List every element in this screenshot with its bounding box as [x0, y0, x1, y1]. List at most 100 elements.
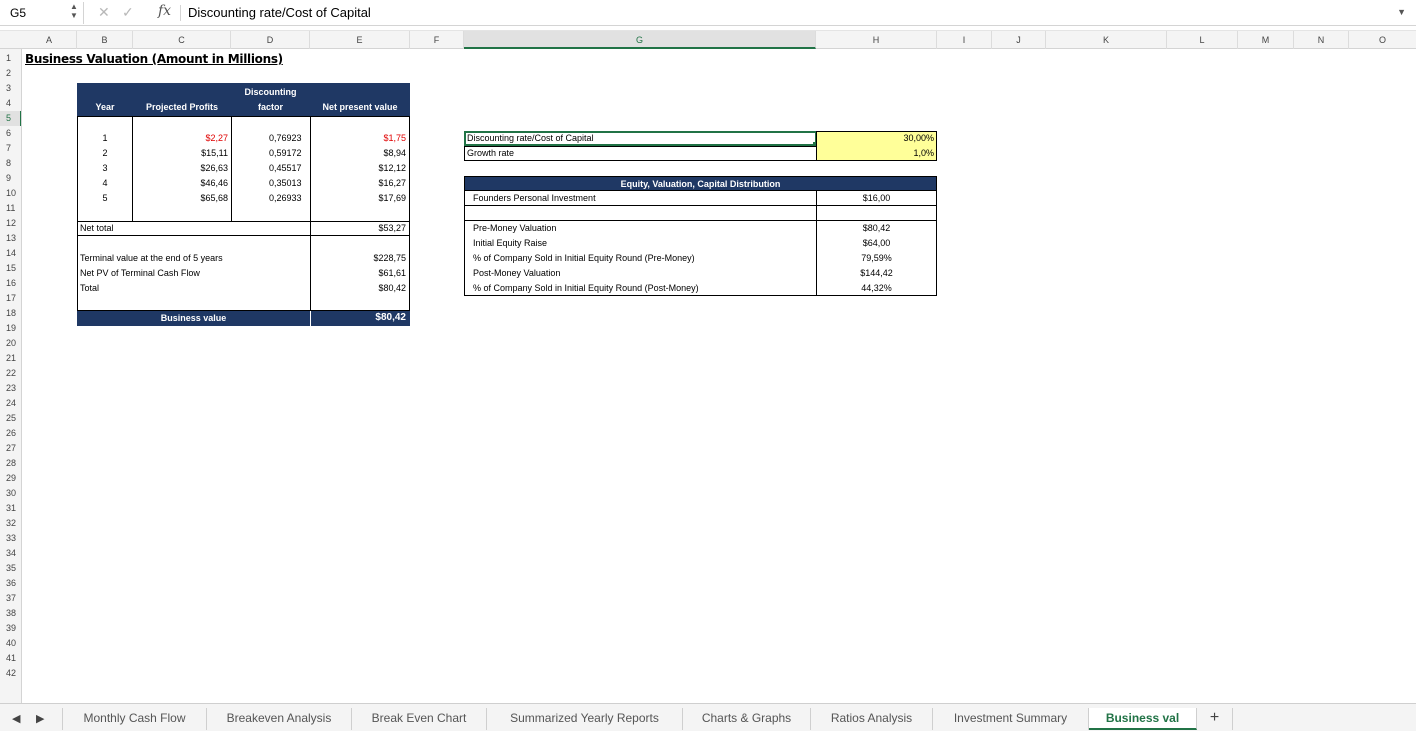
tab-break-even-chart[interactable]: Break Even Chart — [352, 708, 487, 730]
net-pv-terminal-label[interactable]: Net PV of Terminal Cash Flow — [80, 268, 200, 278]
npv-cell[interactable]: $8,94 — [310, 148, 406, 158]
row-header[interactable]: 10 — [0, 186, 21, 201]
tab-monthly-cash-flow[interactable]: Monthly Cash Flow — [62, 708, 207, 730]
year-cell[interactable]: 3 — [77, 163, 133, 173]
year-cell[interactable]: 4 — [77, 178, 133, 188]
projected-profit-cell[interactable]: $26,63 — [132, 163, 228, 173]
row-header[interactable]: 20 — [0, 336, 21, 351]
row-header[interactable]: 19 — [0, 321, 21, 336]
row-header[interactable]: 18 — [0, 306, 21, 321]
column-header-f[interactable]: F — [410, 31, 464, 49]
equity-row-label[interactable]: Initial Equity Raise — [473, 238, 547, 248]
add-sheet-button[interactable]: + — [1197, 708, 1233, 730]
row-header[interactable]: 25 — [0, 411, 21, 426]
empty-cell[interactable] — [816, 205, 937, 221]
row-header[interactable]: 17 — [0, 291, 21, 306]
column-header-a[interactable]: A — [22, 31, 77, 49]
row-header[interactable]: 9 — [0, 171, 21, 186]
row-header[interactable]: 5 — [0, 111, 21, 126]
projected-profit-cell[interactable]: $46,46 — [132, 178, 228, 188]
check-icon[interactable]: ✓ — [122, 4, 134, 21]
row-header[interactable]: 37 — [0, 591, 21, 606]
projected-profit-cell[interactable]: $15,11 — [132, 148, 228, 158]
close-icon[interactable]: ✕ — [98, 4, 110, 21]
row-header[interactable]: 28 — [0, 456, 21, 471]
row-header[interactable]: 7 — [0, 141, 21, 156]
row-header[interactable]: 29 — [0, 471, 21, 486]
row-header[interactable]: 1 — [0, 51, 21, 66]
row-header[interactable]: 27 — [0, 441, 21, 456]
business-value-row[interactable]: Business value $80,42 — [77, 311, 410, 326]
row-header[interactable]: 12 — [0, 216, 21, 231]
total-value[interactable]: $80,42 — [310, 283, 406, 293]
equity-row-value[interactable]: $64,00 — [816, 238, 937, 248]
prev-sheet-icon[interactable]: ◀ — [12, 712, 20, 725]
equity-row-label[interactable]: Pre-Money Valuation — [473, 223, 556, 233]
row-header[interactable]: 11 — [0, 201, 21, 216]
expand-formula-icon[interactable]: ▼ — [1397, 7, 1406, 17]
row-header[interactable]: 2 — [0, 66, 21, 81]
column-header-m[interactable]: M — [1238, 31, 1294, 49]
column-header-c[interactable]: C — [133, 31, 231, 49]
row-header[interactable]: 31 — [0, 501, 21, 516]
equity-row-value[interactable]: 44,32% — [816, 283, 937, 293]
column-header-e[interactable]: E — [310, 31, 410, 49]
row-header[interactable]: 24 — [0, 396, 21, 411]
npv-cell[interactable]: $1,75 — [310, 133, 406, 143]
tab-summarized-yearly-reports[interactable]: Summarized Yearly Reports — [487, 708, 683, 730]
row-header[interactable]: 14 — [0, 246, 21, 261]
row-header[interactable]: 3 — [0, 81, 21, 96]
equity-row-value[interactable]: 79,59% — [816, 253, 937, 263]
projected-profit-cell[interactable]: $2,27 — [132, 133, 228, 143]
row-header[interactable]: 41 — [0, 651, 21, 666]
row-header[interactable]: 39 — [0, 621, 21, 636]
row-header[interactable]: 36 — [0, 576, 21, 591]
row-header[interactable]: 13 — [0, 231, 21, 246]
growth-rate-label-cell[interactable] — [464, 146, 817, 161]
column-header-l[interactable]: L — [1167, 31, 1238, 49]
equity-row-label[interactable]: % of Company Sold in Initial Equity Roun… — [473, 283, 699, 293]
row-header[interactable]: 22 — [0, 366, 21, 381]
row-header[interactable]: 23 — [0, 381, 21, 396]
tab-investment-summary[interactable]: Investment Summary — [933, 708, 1089, 730]
row-header[interactable]: 35 — [0, 561, 21, 576]
tab-ratios-analysis[interactable]: Ratios Analysis — [811, 708, 933, 730]
row-header[interactable]: 32 — [0, 516, 21, 531]
year-cell[interactable]: 5 — [77, 193, 133, 203]
column-header-b[interactable]: B — [77, 31, 133, 49]
row-header[interactable]: 16 — [0, 276, 21, 291]
row-header[interactable]: 26 — [0, 426, 21, 441]
tab-charts-graphs[interactable]: Charts & Graphs — [683, 708, 811, 730]
equity-row-label[interactable]: Post-Money Valuation — [473, 268, 560, 278]
total-label[interactable]: Total — [80, 283, 99, 293]
year-cell[interactable]: 1 — [77, 133, 133, 143]
column-header-h[interactable]: H — [816, 31, 937, 49]
tab-business-val[interactable]: Business val — [1089, 708, 1197, 730]
growth-rate-value[interactable]: 1,0% — [816, 148, 934, 158]
function-icon[interactable]: fx — [158, 3, 171, 19]
row-header[interactable]: 8 — [0, 156, 21, 171]
projected-profit-cell[interactable]: $65,68 — [132, 193, 228, 203]
column-header-i[interactable]: I — [937, 31, 992, 49]
row-header[interactable]: 40 — [0, 636, 21, 651]
npv-cell[interactable]: $12,12 — [310, 163, 406, 173]
row-header[interactable]: 33 — [0, 531, 21, 546]
discount-rate-value[interactable]: 30,00% — [816, 133, 934, 143]
next-sheet-icon[interactable]: ▶ — [36, 712, 44, 725]
row-header[interactable]: 21 — [0, 351, 21, 366]
row-header[interactable]: 4 — [0, 96, 21, 111]
row-header[interactable]: 30 — [0, 486, 21, 501]
tab-breakeven-analysis[interactable]: Breakeven Analysis — [207, 708, 352, 730]
column-header-d[interactable]: D — [231, 31, 310, 49]
row-header[interactable]: 6 — [0, 126, 21, 141]
terminal-value[interactable]: $228,75 — [310, 253, 406, 263]
column-header-g[interactable]: G — [464, 31, 816, 49]
year-cell[interactable]: 2 — [77, 148, 133, 158]
equity-row-value[interactable]: $144,42 — [816, 268, 937, 278]
npv-cell[interactable]: $17,69 — [310, 193, 406, 203]
row-header[interactable]: 15 — [0, 261, 21, 276]
equity-row-label[interactable]: % of Company Sold in Initial Equity Roun… — [473, 253, 695, 263]
column-header-n[interactable]: N — [1294, 31, 1349, 49]
net-pv-terminal-value[interactable]: $61,61 — [310, 268, 406, 278]
empty-cell[interactable] — [464, 205, 817, 221]
